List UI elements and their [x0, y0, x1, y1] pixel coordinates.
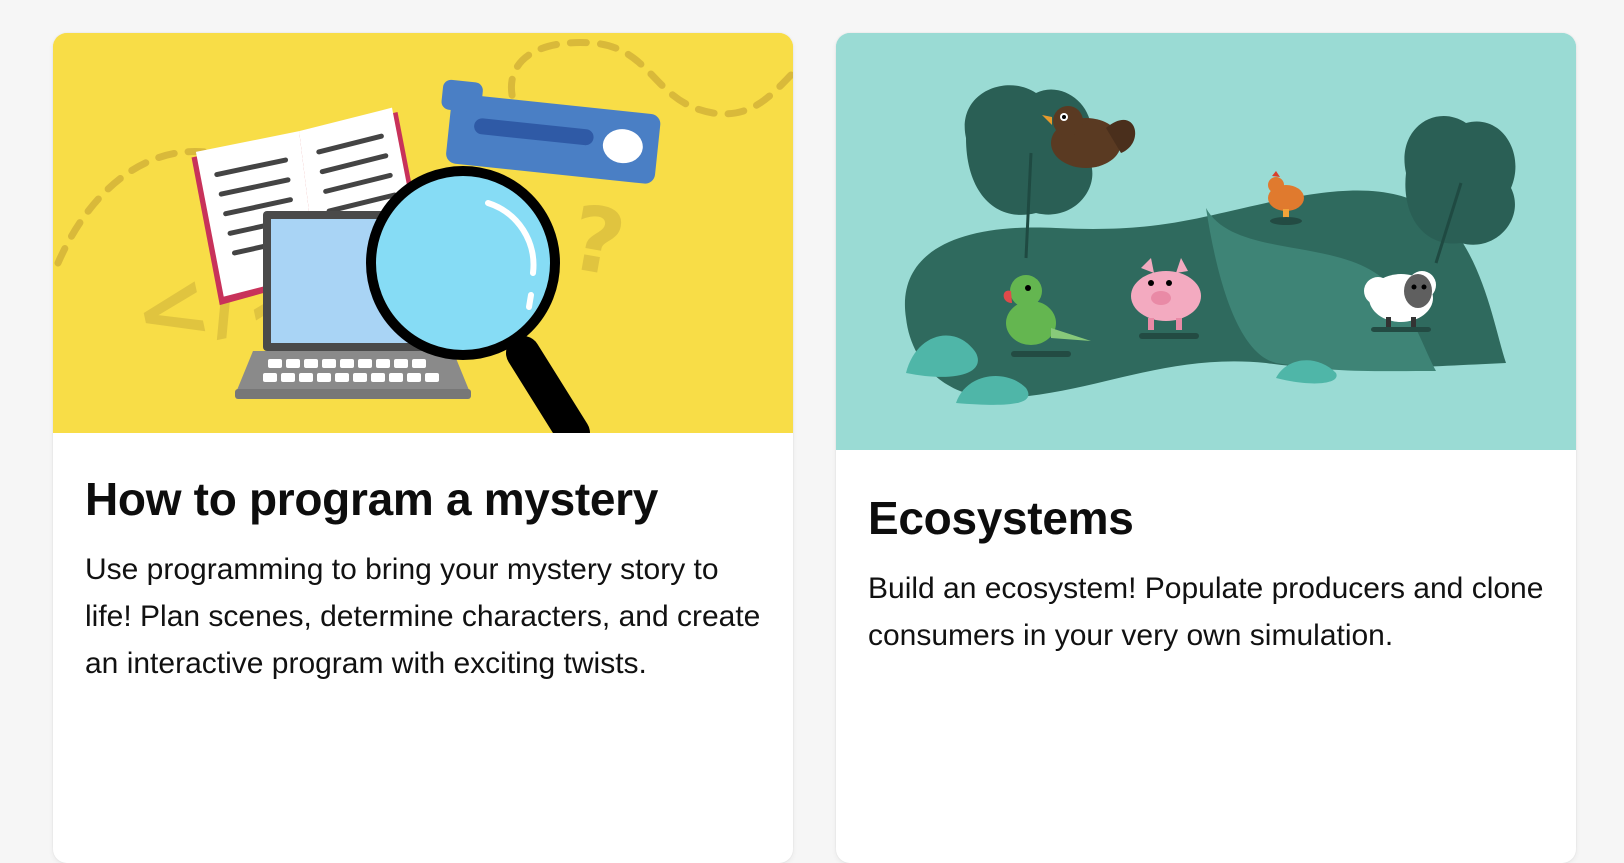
- card-title: Ecosystems: [868, 492, 1134, 544]
- project-card-ecosystems[interactable]: Ecosystems Build an ecosystem! Populate …: [836, 33, 1576, 863]
- ecosystem-illustration: [836, 33, 1576, 450]
- card-title: How to program a mystery: [85, 473, 659, 525]
- card-description: Use programming to bring your mystery st…: [85, 552, 761, 680]
- mystery-illustration: </> ?: [53, 33, 793, 433]
- card-description: Build an ecosystem! Populate producers a…: [868, 571, 1544, 652]
- project-card-mystery[interactable]: </> ?: [53, 33, 793, 863]
